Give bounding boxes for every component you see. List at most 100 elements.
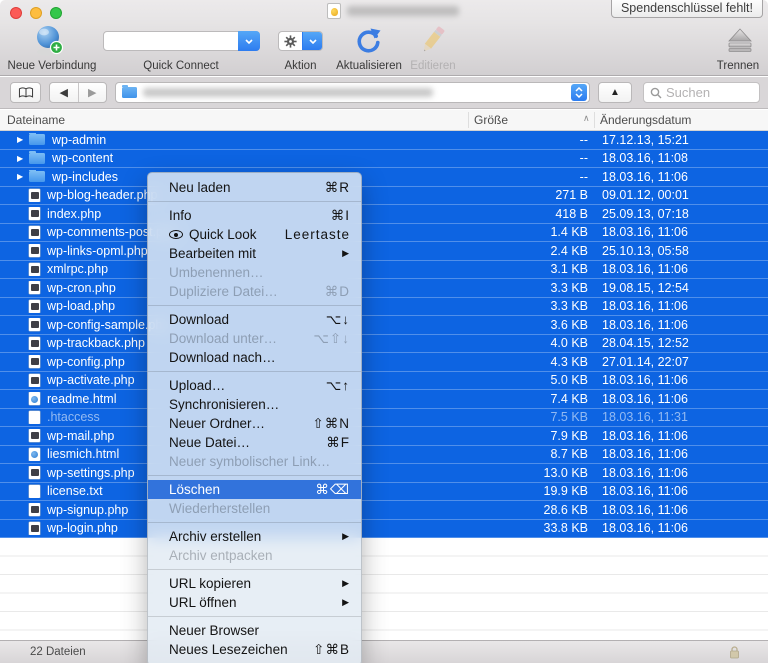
table-row[interactable]: wp-links-opml.php2.4 KB25.10.13, 05:58	[0, 242, 768, 261]
menu-item-neue-datei[interactable]: Neue Datei…⌘F	[148, 433, 361, 452]
minimize-window-button[interactable]	[30, 7, 42, 19]
submenu-arrow-icon: ▶	[342, 248, 350, 259]
file-icon	[29, 429, 40, 442]
action-dropdown-button[interactable]	[302, 32, 322, 50]
table-row[interactable]: wp-settings.php13.0 KB18.03.16, 11:06	[0, 464, 768, 483]
menu-item-download-unter: Download unter…⌥⇧↓	[148, 329, 361, 348]
disconnect-label[interactable]: Trennen	[712, 60, 764, 72]
file-modified-date: 18.03.16, 11:31	[588, 410, 768, 424]
globe-new-connection-icon[interactable]	[33, 23, 65, 57]
table-row[interactable]: wp-login.php33.8 KB18.03.16, 11:06	[0, 520, 768, 539]
path-stepper-button[interactable]	[571, 84, 587, 101]
table-row[interactable]: ▶wp-content--18.03.16, 11:08	[0, 150, 768, 169]
menu-item-bearbeiten-mit[interactable]: Bearbeiten mit▶	[148, 244, 361, 263]
table-row[interactable]: liesmich.html8.7 KB18.03.16, 11:06	[0, 446, 768, 465]
menu-item-label: Download unter…	[169, 331, 277, 346]
bookmarks-button[interactable]	[10, 82, 41, 103]
column-header-size[interactable]: Größe	[474, 113, 508, 127]
table-row[interactable]: wp-config-sample.php3.6 KB18.03.16, 11:0…	[0, 316, 768, 335]
table-row[interactable]: wp-signup.php28.6 KB18.03.16, 11:06	[0, 501, 768, 520]
forward-button[interactable]: ▶	[79, 86, 107, 99]
submenu-arrow-icon: ▶	[342, 578, 350, 589]
disclosure-triangle-icon[interactable]: ▶	[17, 154, 29, 163]
file-size: 5.0 KB	[478, 373, 588, 387]
lock-icon	[729, 646, 740, 659]
file-name: wp-mail.php	[47, 429, 114, 443]
column-header-filename[interactable]: Dateiname	[7, 113, 65, 127]
go-up-button[interactable]: ▲	[598, 82, 632, 103]
table-row[interactable]: wp-mail.php7.9 KB18.03.16, 11:06	[0, 427, 768, 446]
file-name: wp-content	[52, 151, 113, 165]
file-icon	[29, 466, 40, 479]
file-icon	[29, 503, 40, 516]
table-row[interactable]: ▶wp-admin--17.12.13, 15:21	[0, 131, 768, 150]
menu-item-löschen[interactable]: Löschen⌘⌫	[148, 480, 361, 499]
refresh-icon[interactable]	[353, 26, 383, 56]
table-row[interactable]: ▶wp-includes--18.03.16, 11:06	[0, 168, 768, 187]
table-row[interactable]: wp-load.php3.3 KB18.03.16, 11:06	[0, 298, 768, 317]
menu-item-url-öffnen[interactable]: URL öffnen▶	[148, 593, 361, 612]
menu-item-label: Neuer symbolischer Link…	[169, 454, 330, 469]
zoom-window-button[interactable]	[50, 7, 62, 19]
column-header-modified[interactable]: Änderungsdatum	[600, 113, 691, 127]
menu-item-label: Dupliziere Datei…	[169, 284, 278, 299]
search-icon	[650, 87, 662, 99]
menu-item-info[interactable]: Info⌘I	[148, 206, 361, 225]
file-icon	[29, 392, 40, 405]
menu-item-download[interactable]: Download⌥↓	[148, 310, 361, 329]
menu-item-neues-lesezeichen[interactable]: Neues Lesezeichen⇧⌘B	[148, 640, 361, 659]
path-bar: ◀ ▶ ▲ Suchen	[0, 77, 768, 109]
menu-item-neuer-ordner[interactable]: Neuer Ordner…⇧⌘N	[148, 414, 361, 433]
menu-item-shortcut: ⌘⌫	[315, 482, 350, 498]
menu-item-neuer-browser[interactable]: Neuer Browser	[148, 621, 361, 640]
menu-item-archiv-erstellen[interactable]: Archiv erstellen▶	[148, 527, 361, 546]
file-name-cell: ▶wp-admin	[0, 133, 478, 147]
donation-key-missing-button[interactable]: Spendenschlüssel fehlt!	[611, 0, 763, 18]
file-icon	[29, 374, 40, 387]
back-button[interactable]: ◀	[50, 86, 78, 99]
chevron-down-icon	[575, 93, 583, 98]
quick-connect-dropdown-button[interactable]	[238, 31, 260, 51]
refresh-label[interactable]: Aktualisieren	[334, 60, 404, 72]
disclosure-triangle-icon[interactable]: ▶	[17, 135, 29, 144]
menu-item-upload[interactable]: Upload…⌥↑	[148, 376, 361, 395]
table-row[interactable]: index.php418 B25.09.13, 07:18	[0, 205, 768, 224]
menu-item-download-nach[interactable]: Download nach…	[148, 348, 361, 367]
table-row[interactable]: xmlrpc.php3.1 KB18.03.16, 11:06	[0, 261, 768, 280]
file-name: wp-config.php	[47, 355, 125, 369]
table-row[interactable]: wp-comments-post.php1.4 KB18.03.16, 11:0…	[0, 224, 768, 243]
file-icon	[29, 281, 40, 294]
table-row[interactable]: wp-config.php4.3 KB27.01.14, 22:07	[0, 353, 768, 372]
table-row[interactable]: readme.html7.4 KB18.03.16, 11:06	[0, 390, 768, 409]
table-row[interactable]: wp-trackback.php4.0 KB28.04.15, 12:52	[0, 335, 768, 354]
quick-connect-combobox[interactable]	[103, 31, 260, 51]
table-row[interactable]: wp-activate.php5.0 KB18.03.16, 11:06	[0, 372, 768, 391]
table-row[interactable]: .htaccess7.5 KB18.03.16, 11:31	[0, 409, 768, 428]
file-modified-date: 18.03.16, 11:06	[588, 503, 768, 517]
file-size: 3.6 KB	[478, 318, 588, 332]
table-row[interactable]: license.txt19.9 KB18.03.16, 11:06	[0, 483, 768, 502]
disclosure-triangle-icon[interactable]: ▶	[17, 172, 29, 181]
menu-item-url-kopieren[interactable]: URL kopieren▶	[148, 574, 361, 593]
action-label: Aktion	[278, 60, 323, 72]
table-row[interactable]: wp-blog-header.php271 B09.01.12, 00:01	[0, 187, 768, 206]
new-connection-label[interactable]: Neue Verbindung	[6, 60, 98, 72]
menu-item-neu-laden[interactable]: Neu laden⌘R	[148, 178, 361, 197]
file-size: 13.0 KB	[478, 466, 588, 480]
file-icon	[29, 207, 40, 220]
file-modified-date: 09.01.12, 00:01	[588, 188, 768, 202]
search-input[interactable]: Suchen	[643, 82, 760, 103]
empty-rows-area[interactable]	[0, 538, 768, 640]
table-row[interactable]: wp-cron.php3.3 KB19.08.15, 12:54	[0, 279, 768, 298]
menu-item-umbenennen: Umbenennen…	[148, 263, 361, 282]
disconnect-eject-icon[interactable]	[726, 27, 754, 55]
file-modified-date: 18.03.16, 11:06	[588, 170, 768, 184]
menu-item-quick-look[interactable]: Quick LookLeertaste	[148, 225, 361, 244]
action-menu-button[interactable]	[278, 31, 323, 51]
path-dropdown[interactable]	[115, 82, 590, 103]
close-window-button[interactable]	[10, 7, 22, 19]
file-size: 28.6 KB	[478, 503, 588, 517]
menu-item-synchronisieren[interactable]: Synchronisieren…	[148, 395, 361, 414]
cyberduck-window: Spendenschlüssel fehlt! Neue Verbindung …	[0, 0, 768, 663]
file-name: xmlrpc.php	[47, 262, 108, 276]
